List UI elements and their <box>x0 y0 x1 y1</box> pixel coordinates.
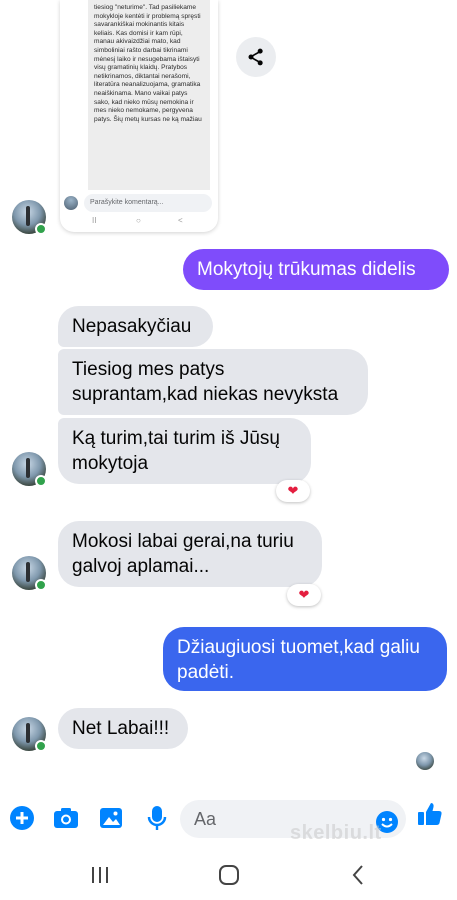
contact-avatar[interactable] <box>12 452 47 487</box>
home-button[interactable] <box>209 860 249 890</box>
message-bubble-incoming[interactable]: Tiesiog mes patys suprantam,kad niekas n… <box>58 349 368 415</box>
heart-icon: ❤ <box>287 483 299 498</box>
recents-icon <box>92 867 108 883</box>
mini-nav-recent: II <box>92 216 97 225</box>
mini-nav-back: < <box>178 216 183 225</box>
image-icon <box>100 808 122 828</box>
contact-avatar[interactable] <box>12 556 47 591</box>
add-button[interactable] <box>8 804 36 832</box>
comment-row: Parašykite komentarą... <box>60 192 218 214</box>
share-button[interactable] <box>236 37 276 77</box>
camera-icon <box>54 808 78 828</box>
camera-button[interactable] <box>52 804 80 832</box>
recent-apps-button[interactable] <box>80 860 120 890</box>
mini-nav-home: ○ <box>136 216 141 225</box>
like-button[interactable] <box>416 800 444 828</box>
shared-post-card[interactable]: tiesiog "neturime". Tad pasiliekame moky… <box>60 0 218 232</box>
voice-button[interactable] <box>143 804 171 832</box>
message-text: Tiesiog mes patys suprantam,kad niekas n… <box>72 359 339 405</box>
system-nav-bar <box>0 850 457 900</box>
back-button[interactable] <box>338 860 378 890</box>
mini-nav-bar: II ○ < <box>60 214 218 230</box>
message-bubble-outgoing[interactable]: Džiaugiuosi tuomet,kad galiu padėti. <box>163 627 447 691</box>
message-bubble-incoming[interactable]: Nepasakyčiau <box>58 306 213 347</box>
microphone-icon <box>147 806 167 830</box>
seen-avatar <box>416 752 434 770</box>
message-text: Mokytojų trūkumas didelis <box>197 259 416 280</box>
message-bubble-incoming[interactable]: Net Labai!!! <box>58 708 188 749</box>
online-indicator <box>35 223 47 235</box>
message-bubble-incoming[interactable]: Mokosi labai gerai,na turiu galvoj aplam… <box>58 521 322 587</box>
online-indicator <box>35 475 47 487</box>
comment-input[interactable]: Parašykite komentarą... <box>84 194 212 212</box>
message-text: Mokosi labai gerai,na turiu galvoj aplam… <box>72 531 294 577</box>
message-text: Ką turim,tai turim iš Jūsų mokytoja <box>72 428 280 474</box>
watermark: skelbiu.lt <box>290 822 382 844</box>
message-bubble-incoming[interactable]: Ką turim,tai turim iš Jūsų mokytoja <box>58 418 311 484</box>
heart-reaction[interactable]: ❤ <box>287 584 321 606</box>
thumbs-up-icon <box>418 803 442 825</box>
online-indicator <box>35 740 47 752</box>
share-icon <box>248 48 263 66</box>
message-text: Džiaugiuosi tuomet,kad galiu padėti. <box>177 637 420 683</box>
heart-reaction[interactable]: ❤ <box>276 480 310 502</box>
home-icon <box>219 865 239 885</box>
mini-avatar <box>64 196 78 210</box>
message-text: Nepasakyčiau <box>72 316 192 337</box>
message-text: Net Labai!!! <box>72 718 170 739</box>
plus-circle-icon <box>10 806 34 830</box>
contact-avatar[interactable] <box>12 717 47 752</box>
heart-icon: ❤ <box>298 587 310 602</box>
message-bubble-outgoing[interactable]: Mokytojų trūkumas didelis <box>183 249 449 290</box>
online-indicator <box>35 579 47 591</box>
gallery-button[interactable] <box>97 804 125 832</box>
back-icon <box>352 865 363 885</box>
message-composer: Aa <box>0 796 457 846</box>
shared-post-text: tiesiog "neturime". Tad pasiliekame moky… <box>88 0 210 190</box>
contact-avatar[interactable] <box>12 200 47 235</box>
